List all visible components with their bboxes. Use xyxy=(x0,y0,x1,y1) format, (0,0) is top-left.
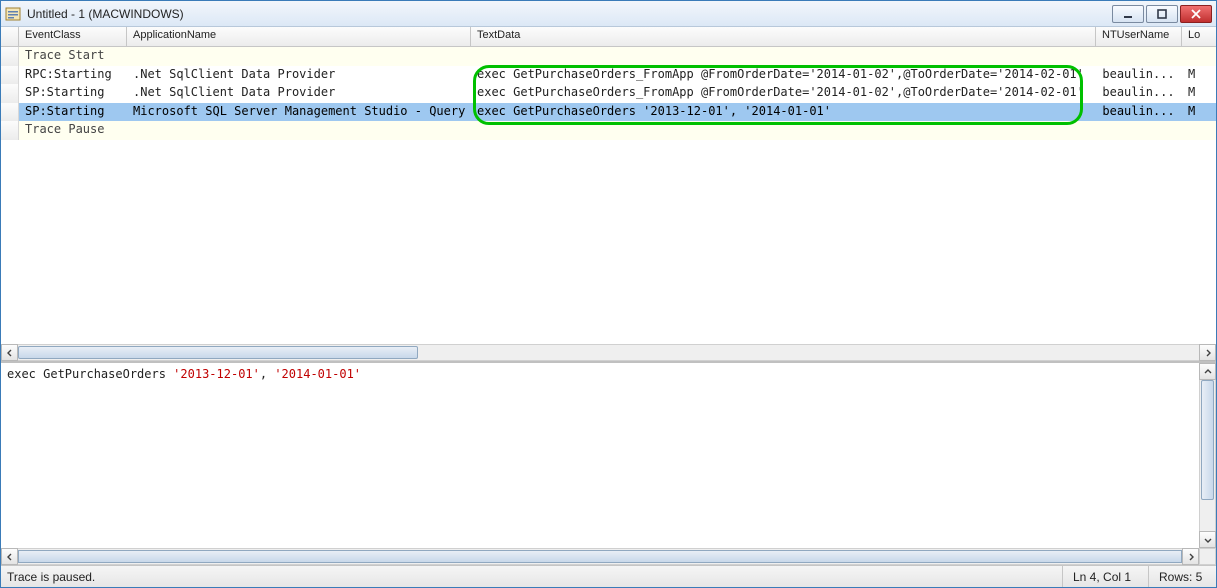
detail-pane[interactable]: exec GetPurchaseOrders '2013-12-01', '20… xyxy=(1,362,1216,565)
close-button[interactable] xyxy=(1180,5,1212,23)
titlebar[interactable]: Untitled - 1 (MACWINDOWS) xyxy=(1,1,1216,27)
cell-applicationname: Microsoft SQL Server Management Studio -… xyxy=(127,103,471,122)
col-header-eventclass[interactable]: EventClass xyxy=(19,27,127,46)
detail-vscrollbar[interactable] xyxy=(1199,363,1216,548)
sql-literal: '2014-01-01' xyxy=(274,367,361,381)
cell-textdata: exec GetPurchaseOrders_FromApp @FromOrde… xyxy=(471,84,1096,103)
cell-ntusername xyxy=(1096,121,1182,140)
cell-eventclass: SP:Starting xyxy=(19,84,127,103)
cell-ntusername: beaulin... xyxy=(1096,84,1182,103)
scroll-thumb[interactable] xyxy=(1201,380,1214,500)
cell-ntusername: beaulin... xyxy=(1096,66,1182,85)
cell-textdata xyxy=(471,121,1096,140)
grid-body: Trace Start RPC:Starting .Net SqlClient … xyxy=(1,47,1216,140)
window-controls xyxy=(1112,5,1212,23)
detail-hscrollbar[interactable] xyxy=(1,548,1199,565)
scroll-up-icon[interactable] xyxy=(1199,363,1216,380)
cell-ntusername xyxy=(1096,47,1182,66)
sql-text: , xyxy=(260,367,274,381)
cell-eventclass: SP:Starting xyxy=(19,103,127,122)
cell-eventclass: Trace Pause xyxy=(19,121,127,140)
scroll-left-icon[interactable] xyxy=(1,344,18,361)
table-row[interactable]: Trace Start xyxy=(1,47,1216,66)
row-header-cell xyxy=(1,103,19,122)
cell-ntusername: beaulin... xyxy=(1096,103,1182,122)
table-row[interactable]: SP:Starting Microsoft SQL Server Managem… xyxy=(1,103,1216,122)
app-icon xyxy=(5,6,21,22)
status-position: Ln 4, Col 1 xyxy=(1062,566,1148,587)
scroll-right-icon[interactable] xyxy=(1182,548,1199,565)
maximize-button[interactable] xyxy=(1146,5,1178,23)
table-row[interactable]: RPC:Starting .Net SqlClient Data Provide… xyxy=(1,66,1216,85)
trace-grid[interactable]: EventClass ApplicationName TextData NTUs… xyxy=(1,27,1216,362)
cell-applicationname: .Net SqlClient Data Provider xyxy=(127,84,471,103)
status-message: Trace is paused. xyxy=(1,570,1062,584)
cell-applicationname: .Net SqlClient Data Provider xyxy=(127,66,471,85)
grid-corner-cell xyxy=(1,27,19,46)
row-header-cell xyxy=(1,84,19,103)
sql-text: exec GetPurchaseOrders xyxy=(7,367,173,381)
cell-eventclass: Trace Start xyxy=(19,47,127,66)
scroll-track[interactable] xyxy=(18,548,1182,565)
table-row[interactable]: SP:Starting .Net SqlClient Data Provider… xyxy=(1,84,1216,103)
scroll-track[interactable] xyxy=(18,344,1199,361)
row-header-cell xyxy=(1,66,19,85)
scroll-right-icon[interactable] xyxy=(1199,344,1216,361)
sql-literal: '2013-12-01' xyxy=(173,367,260,381)
cell-lo: M xyxy=(1182,84,1216,103)
cell-lo xyxy=(1182,47,1216,66)
status-bar: Trace is paused. Ln 4, Col 1 Rows: 5 xyxy=(1,565,1216,587)
cell-applicationname xyxy=(127,121,471,140)
col-header-applicationname[interactable]: ApplicationName xyxy=(127,27,471,46)
col-header-ntusername[interactable]: NTUserName xyxy=(1096,27,1182,46)
row-header-cell xyxy=(1,121,19,140)
profiler-window: Untitled - 1 (MACWINDOWS) EventClass App… xyxy=(0,0,1217,588)
scroll-thumb[interactable] xyxy=(18,550,1182,563)
cell-lo xyxy=(1182,121,1216,140)
scroll-left-icon[interactable] xyxy=(1,548,18,565)
cell-textdata xyxy=(471,47,1096,66)
window-title: Untitled - 1 (MACWINDOWS) xyxy=(27,7,1112,21)
cell-textdata: exec GetPurchaseOrders_FromApp @FromOrde… xyxy=(471,66,1096,85)
scroll-track[interactable] xyxy=(1199,380,1216,531)
minimize-button[interactable] xyxy=(1112,5,1144,23)
cell-textdata: exec GetPurchaseOrders '2013-12-01', '20… xyxy=(471,103,1096,122)
detail-text[interactable]: exec GetPurchaseOrders '2013-12-01', '20… xyxy=(1,363,1199,548)
grid-header-row: EventClass ApplicationName TextData NTUs… xyxy=(1,27,1216,47)
cell-lo: M xyxy=(1182,103,1216,122)
scroll-down-icon[interactable] xyxy=(1199,531,1216,548)
cell-eventclass: RPC:Starting xyxy=(19,66,127,85)
col-header-textdata[interactable]: TextData xyxy=(471,27,1096,46)
cell-applicationname xyxy=(127,47,471,66)
cell-lo: M xyxy=(1182,66,1216,85)
col-header-lo[interactable]: Lo xyxy=(1182,27,1216,46)
scroll-thumb[interactable] xyxy=(18,346,418,359)
grid-hscrollbar[interactable] xyxy=(1,344,1216,361)
scroll-corner xyxy=(1199,548,1216,565)
table-row[interactable]: Trace Pause xyxy=(1,121,1216,140)
row-header-cell xyxy=(1,47,19,66)
status-rows: Rows: 5 xyxy=(1148,566,1216,587)
